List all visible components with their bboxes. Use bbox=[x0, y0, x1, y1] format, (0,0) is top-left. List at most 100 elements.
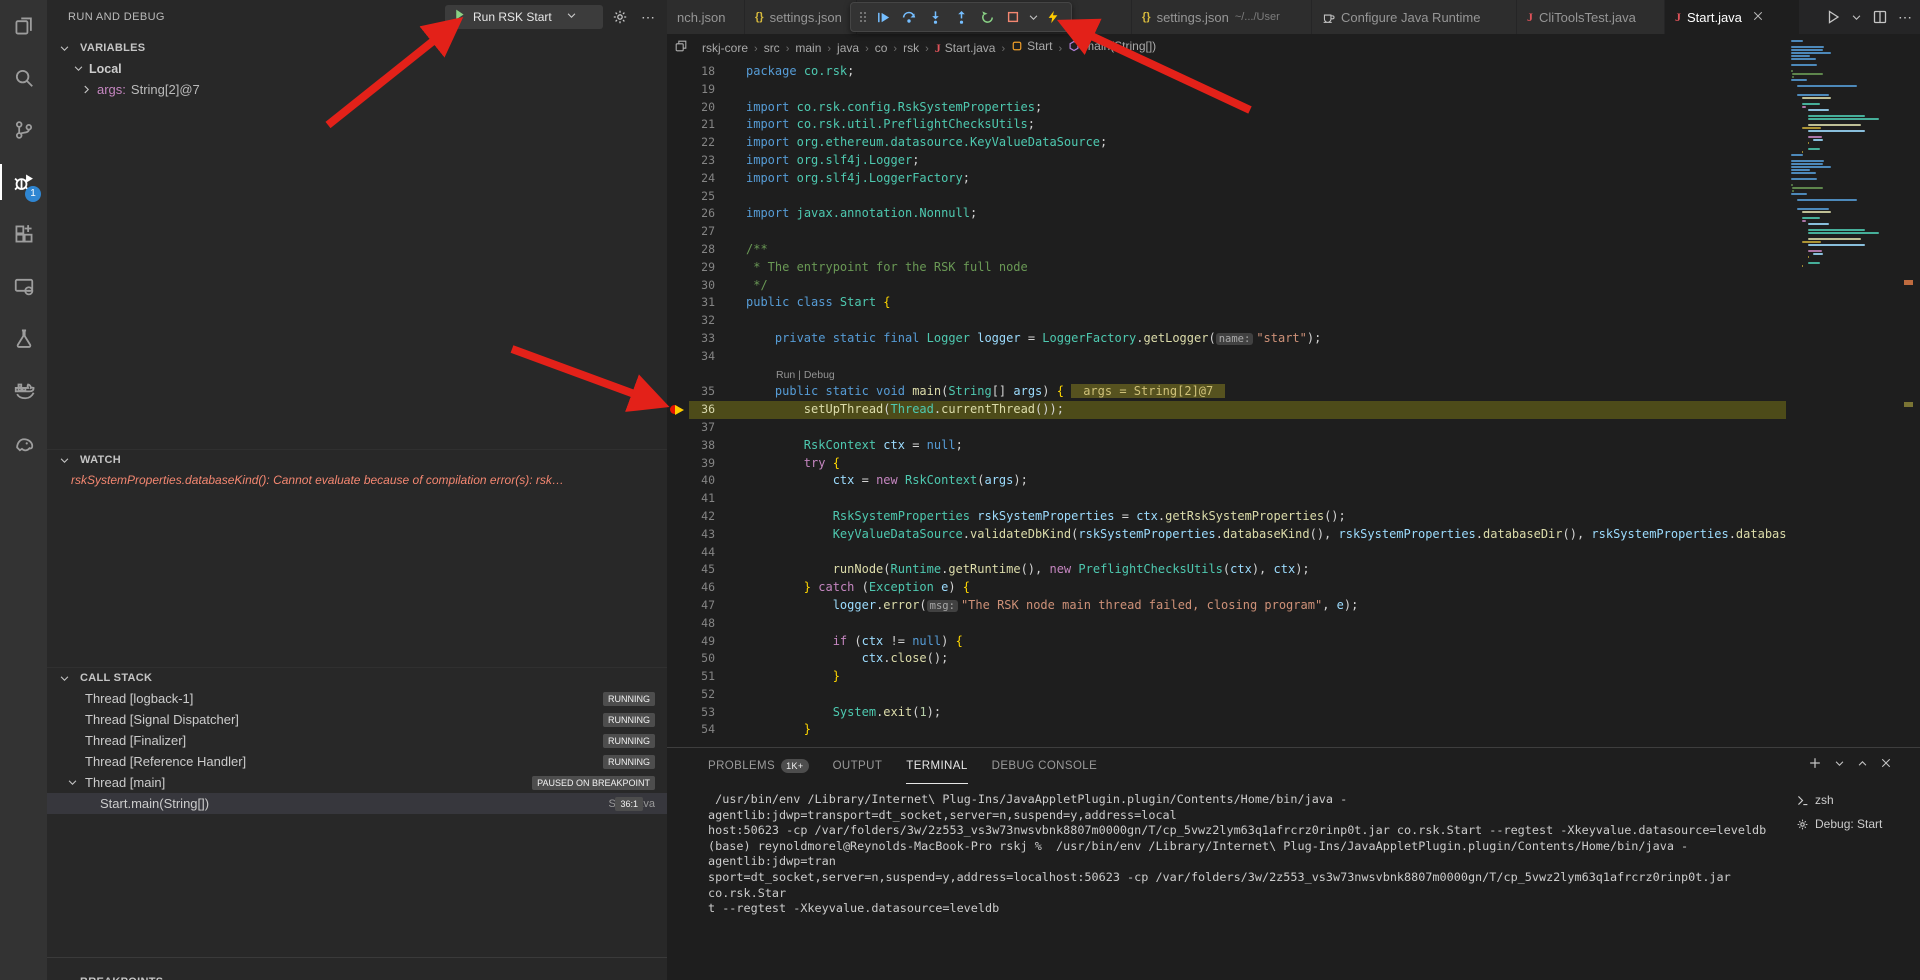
variable-args[interactable]: args: String[2]@7 bbox=[47, 79, 667, 100]
gutter[interactable] bbox=[667, 170, 689, 188]
gutter[interactable] bbox=[667, 455, 689, 473]
gutter[interactable] bbox=[667, 330, 689, 348]
tab-configure-java-runtime[interactable]: Configure Java Runtime bbox=[1312, 0, 1517, 34]
gutter[interactable] bbox=[667, 241, 689, 259]
gutter[interactable] bbox=[667, 668, 689, 686]
close-icon[interactable] bbox=[1752, 10, 1764, 25]
gutter[interactable] bbox=[667, 312, 689, 330]
step-over-icon[interactable] bbox=[897, 5, 921, 29]
run-configuration-dropdown[interactable]: Run RSK Start bbox=[445, 5, 603, 29]
panel-tab-problems[interactable]: PROBLEMS1K+ bbox=[708, 748, 809, 784]
panel-tab-terminal[interactable]: TERMINAL bbox=[906, 748, 967, 784]
gutter[interactable] bbox=[667, 597, 689, 615]
gutter[interactable] bbox=[667, 508, 689, 526]
gutter[interactable] bbox=[667, 437, 689, 455]
run-icon[interactable] bbox=[1825, 9, 1841, 25]
gutter[interactable] bbox=[667, 561, 689, 579]
call-stack-header[interactable]: CALL STACK bbox=[47, 668, 667, 688]
breadcrumb-item[interactable]: rsk bbox=[903, 41, 919, 55]
split-editor-icon[interactable] bbox=[1872, 9, 1888, 25]
call-stack-thread[interactable]: Thread [Reference Handler]RUNNING bbox=[47, 751, 667, 772]
breakpoints-header[interactable]: BREAKPOINTS bbox=[47, 972, 667, 980]
gutter[interactable] bbox=[667, 81, 689, 99]
breadcrumb-item[interactable]: main(String[]) bbox=[1068, 39, 1156, 53]
gutter[interactable] bbox=[667, 704, 689, 722]
gutter[interactable] bbox=[667, 650, 689, 668]
close-icon[interactable] bbox=[1880, 757, 1892, 769]
variables-header[interactable]: VARIABLES bbox=[47, 38, 667, 58]
activity-source-control-icon[interactable] bbox=[0, 104, 47, 156]
chevron-down-icon[interactable] bbox=[566, 8, 577, 26]
gutter[interactable] bbox=[667, 348, 689, 366]
code-editor[interactable]: 18package co.rsk;1920import co.rsk.confi… bbox=[667, 63, 1786, 747]
continue-icon[interactable] bbox=[871, 5, 895, 29]
breadcrumb-item[interactable]: JStart.java bbox=[935, 41, 996, 56]
gutter[interactable] bbox=[667, 633, 689, 651]
chevron-down-icon[interactable] bbox=[1851, 12, 1862, 23]
run-debug-codelens[interactable]: Run | Debug bbox=[746, 366, 835, 384]
run-configuration-label[interactable]: Run RSK Start bbox=[473, 10, 552, 24]
gutter[interactable] bbox=[667, 721, 689, 739]
breakpoint-paused-icon[interactable] bbox=[667, 401, 689, 419]
watch-header[interactable]: WATCH bbox=[47, 450, 667, 470]
gutter[interactable] bbox=[667, 615, 689, 633]
call-stack-thread[interactable]: Thread [Signal Dispatcher]RUNNING bbox=[47, 709, 667, 730]
gutter[interactable] bbox=[667, 472, 689, 490]
gutter[interactable] bbox=[667, 99, 689, 117]
activity-remote-explorer-icon[interactable] bbox=[0, 260, 47, 312]
watch-expression[interactable]: rskSystemProperties.databaseKind(): Cann… bbox=[47, 470, 667, 490]
tab-clitoolstest-java[interactable]: JCliToolsTest.java bbox=[1517, 0, 1665, 34]
call-stack-thread[interactable]: Thread [main]PAUSED ON BREAKPOINT bbox=[47, 772, 667, 793]
gutter[interactable] bbox=[667, 686, 689, 704]
gutter[interactable] bbox=[667, 205, 689, 223]
breadcrumb-item[interactable]: co bbox=[875, 41, 888, 55]
step-out-icon[interactable] bbox=[949, 5, 973, 29]
panel-tab-output[interactable]: OUTPUT bbox=[833, 748, 883, 784]
gutter[interactable] bbox=[667, 294, 689, 312]
activity-extensions-icon[interactable] bbox=[0, 208, 47, 260]
step-into-icon[interactable] bbox=[923, 5, 947, 29]
terminal-output[interactable]: /usr/bin/env /Library/Internet\ Plug-Ins… bbox=[708, 792, 1788, 917]
chevron-down-icon[interactable] bbox=[1834, 758, 1845, 769]
gear-icon[interactable] bbox=[609, 6, 631, 28]
tab-start-java[interactable]: JStart.java bbox=[1665, 0, 1800, 34]
gutter[interactable] bbox=[667, 277, 689, 295]
gutter[interactable] bbox=[667, 116, 689, 134]
gutter[interactable] bbox=[667, 490, 689, 508]
activity-explorer-icon[interactable] bbox=[0, 0, 47, 52]
gutter[interactable] bbox=[667, 152, 689, 170]
gutter[interactable] bbox=[667, 383, 689, 401]
restart-icon[interactable] bbox=[975, 5, 999, 29]
breadcrumb-item[interactable]: java bbox=[837, 41, 859, 55]
breadcrumb-item[interactable]: src bbox=[764, 41, 780, 55]
gutter[interactable] bbox=[667, 366, 689, 384]
gutter[interactable] bbox=[667, 188, 689, 206]
more-actions-icon[interactable]: ⋯ bbox=[1898, 9, 1912, 26]
terminal-session-zsh[interactable]: zsh bbox=[1788, 788, 1916, 812]
more-actions-icon[interactable]: ⋯ bbox=[637, 6, 659, 28]
tab-nch-json[interactable]: nch.json bbox=[667, 0, 745, 34]
minimap[interactable] bbox=[1791, 40, 1886, 700]
hot-code-replace-icon[interactable] bbox=[1041, 5, 1065, 29]
activity-gradle-icon[interactable] bbox=[0, 416, 47, 468]
activity-search-icon[interactable] bbox=[0, 52, 47, 104]
panel-tab-debug-console[interactable]: DEBUG CONSOLE bbox=[992, 748, 1098, 784]
gutter[interactable] bbox=[667, 544, 689, 562]
variables-scope-local[interactable]: Local bbox=[47, 58, 667, 79]
chevron-down-icon[interactable] bbox=[1027, 5, 1039, 29]
stack-frame-selected[interactable]: Start.main(String[]) Start.java 36:1 bbox=[47, 793, 667, 814]
copy-icon[interactable] bbox=[674, 39, 688, 56]
gutter[interactable] bbox=[667, 259, 689, 277]
activity-docker-icon[interactable] bbox=[0, 364, 47, 416]
gutter[interactable] bbox=[667, 419, 689, 437]
terminal-session-debug-start[interactable]: Debug: Start bbox=[1788, 812, 1916, 836]
activity-testing-icon[interactable] bbox=[0, 312, 47, 364]
gutter[interactable] bbox=[667, 579, 689, 597]
gutter[interactable] bbox=[667, 223, 689, 241]
gutter[interactable] bbox=[667, 63, 689, 81]
activity-run-debug-icon[interactable]: 1 bbox=[0, 156, 47, 208]
breadcrumb-item[interactable]: main bbox=[795, 41, 821, 55]
play-icon[interactable] bbox=[453, 8, 466, 26]
plus-icon[interactable] bbox=[1808, 756, 1822, 770]
call-stack-thread[interactable]: Thread [Finalizer]RUNNING bbox=[47, 730, 667, 751]
